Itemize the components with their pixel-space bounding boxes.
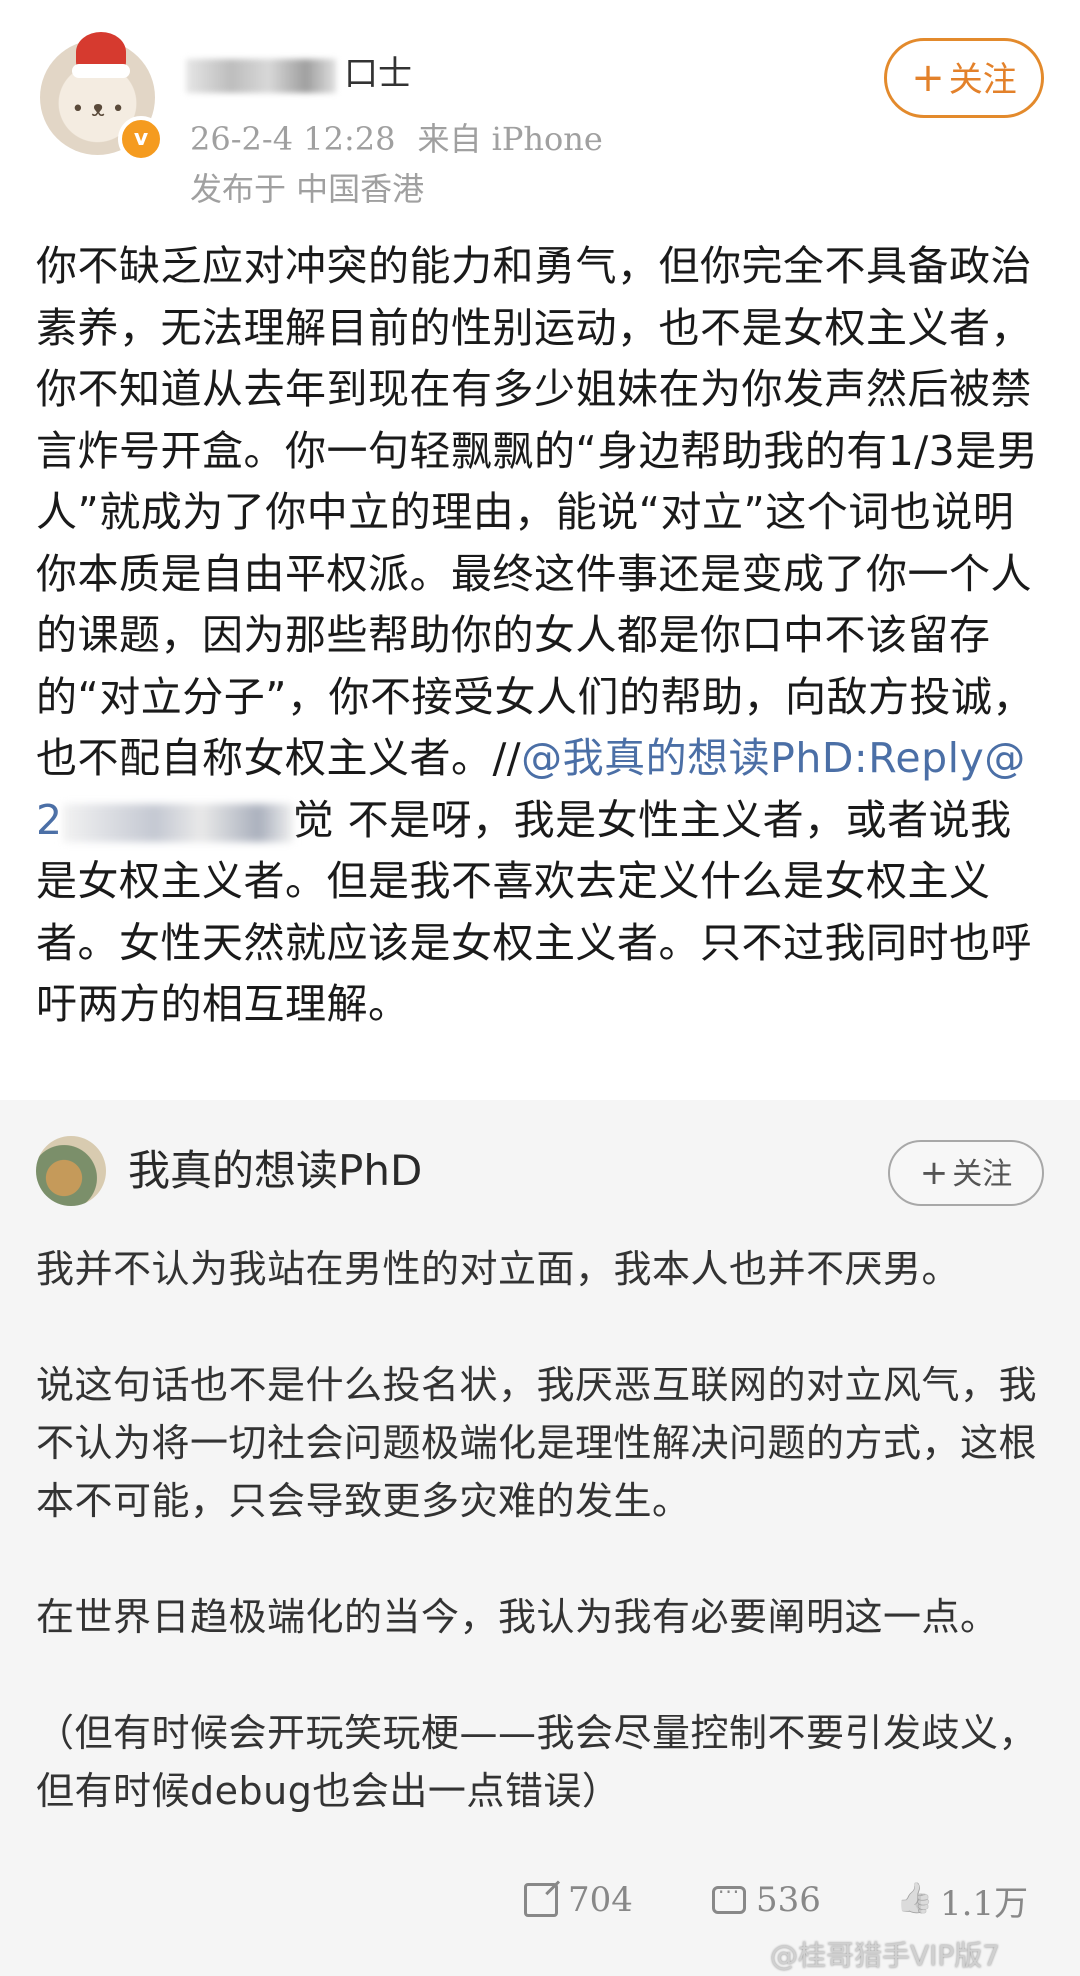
like-button[interactable]: 1.1万: [896, 1870, 1028, 1930]
like-count: 1.1万: [940, 1883, 1029, 1924]
quoted-author-name[interactable]: 我真的想读PhD: [128, 1140, 422, 1202]
santa-hat-icon: [72, 32, 130, 78]
quoted-author-avatar[interactable]: [36, 1136, 106, 1206]
author-name[interactable]: 口士: [186, 48, 416, 100]
quoted-paragraph: 在世界日趋极端化的当今，我认为我有必要阐明这一点。: [36, 1595, 999, 1639]
repost-text-main: 你不缺乏应对冲突的能力和勇气，但你完全不具备政治素养，无法理解目前的性别运动，也…: [36, 242, 1039, 782]
quoted-paragraph: （但有时候会开玩笑玩梗——我会尽量控制不要引发歧义，但有时候debug也会出一点…: [36, 1711, 1038, 1813]
quoted-paragraph: 说这句话也不是什么投名状，我厌恶互联网的对立风气，我不认为将一切社会问题极端化是…: [36, 1363, 1038, 1523]
post-location: 发布于 中国香港: [190, 170, 425, 208]
plus-icon: +: [919, 1153, 949, 1193]
comment-icon: [712, 1880, 746, 1914]
quoted-post[interactable]: 我真的想读PhD + 关注 我并不认为我站在男性的对立面，我本人也并不厌男。 说这…: [0, 1100, 1080, 1976]
repost-icon: [524, 1883, 558, 1917]
thumbs-up-icon: [896, 1883, 930, 1917]
repost-body: 你不缺乏应对冲突的能力和勇气，但你完全不具备政治素养，无法理解目前的性别运动，也…: [36, 236, 1046, 1036]
quoted-follow-label: 关注: [952, 1157, 1013, 1192]
action-bar: 704 536 1.1万: [0, 1870, 1080, 1930]
follow-label: 关注: [948, 60, 1017, 100]
author-name-suffix: 口士: [344, 54, 412, 94]
watermark: @桂哥猎手VIP版7: [770, 1939, 1001, 1972]
repost-header: • ᴥ • v 口士 26-2-4 12:28 来自 iPhone 发布于 中国香…: [0, 0, 1080, 215]
post-timestamp: 26-2-4 12:28: [190, 120, 396, 158]
blurred-mention: [62, 803, 293, 842]
hamster-face-icon: • ᴥ •: [71, 97, 125, 122]
post-source: 来自 iPhone: [417, 120, 603, 158]
quoted-paragraph: 我并不认为我站在男性的对立面，我本人也并不厌男。: [36, 1247, 961, 1291]
quoted-follow-button[interactable]: + 关注: [888, 1140, 1044, 1206]
repost-button[interactable]: 704: [524, 1870, 633, 1930]
repost-count: 704: [568, 1880, 633, 1920]
plus-icon: +: [911, 55, 945, 101]
follow-button[interactable]: + 关注: [884, 38, 1044, 118]
blurred-name: [186, 58, 336, 93]
comment-button[interactable]: 536: [712, 1870, 821, 1930]
mention-name: @我真的想读PhD: [521, 734, 854, 782]
comment-count: 536: [756, 1880, 821, 1920]
verified-badge-icon: v: [118, 116, 164, 162]
post-meta: 26-2-4 12:28 来自 iPhone: [190, 114, 625, 160]
quoted-body: 我并不认为我站在男性的对立面，我本人也并不厌男。 说这句话也不是什么投名状，我厌…: [36, 1240, 1046, 1820]
